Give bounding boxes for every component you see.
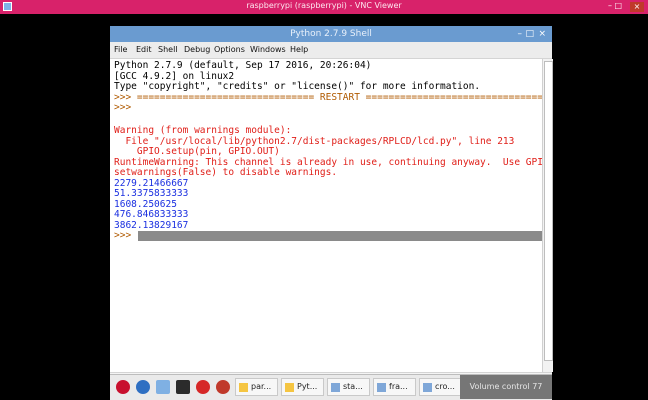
shell-line: Python 2.7.9 (default, Sep 17 2016, 20:2…: [114, 60, 372, 71]
vertical-scrollbar[interactable]: [542, 59, 553, 372]
menu-windows[interactable]: Windows: [250, 45, 286, 54]
vnc-title-bar: raspberrypi (raspberrypi) - VNC Viewer –…: [0, 0, 648, 14]
menu-edit[interactable]: Edit: [136, 45, 152, 54]
shell-prompt: >>>: [114, 102, 132, 113]
task-par[interactable]: par...: [235, 378, 278, 396]
terminal-icon[interactable]: [176, 380, 190, 394]
window-title-bar[interactable]: Python 2.7.9 Shell – □ ×: [110, 26, 552, 42]
volume-control-tooltip: Volume control 77: [460, 375, 552, 399]
warning-line: GPIO.setup(pin, GPIO.OUT): [114, 146, 280, 157]
warning-line: Warning (from warnings module):: [114, 125, 292, 136]
vnc-close-button[interactable]: ×: [630, 2, 644, 12]
python-file-icon: [239, 383, 248, 392]
task-sta[interactable]: sta...: [327, 378, 370, 396]
current-prompt: >>>: [114, 230, 132, 241]
warning-line: setwarnings(False) to disable warnings.: [114, 167, 338, 178]
restart-line: >>> =============================== REST…: [114, 91, 543, 103]
python-shell-icon: [285, 383, 294, 392]
scrollbar-thumb[interactable]: [544, 61, 553, 361]
window-icon: [331, 383, 340, 392]
window-icon: [377, 383, 386, 392]
vnc-minimize-button[interactable]: –: [608, 1, 612, 10]
menu-help[interactable]: Help: [290, 45, 308, 54]
output-value: 476.846833333: [114, 209, 189, 220]
task-cro[interactable]: cro...: [419, 378, 462, 396]
close-button[interactable]: ×: [538, 29, 546, 39]
vnc-title: raspberrypi (raspberrypi) - VNC Viewer: [246, 1, 402, 10]
file-manager-icon[interactable]: [156, 380, 170, 394]
shell-line: Type "copyright", "credits" or "license(…: [114, 81, 481, 92]
output-value: 51.3375833333: [114, 188, 189, 199]
menu-bar: File Edit Shell Debug Options Windows He…: [110, 42, 552, 59]
input-line-highlight[interactable]: [138, 231, 542, 241]
window-title: Python 2.7.9 Shell: [290, 29, 372, 39]
mathematica-icon[interactable]: [196, 380, 210, 394]
web-browser-icon[interactable]: [136, 380, 150, 394]
menu-file[interactable]: File: [114, 45, 127, 54]
window-icon: [423, 383, 432, 392]
raspberry-menu-icon[interactable]: [116, 380, 130, 394]
shell-output-area[interactable]: Python 2.7.9 (default, Sep 17 2016, 20:2…: [110, 59, 554, 371]
wolfram-icon[interactable]: [216, 380, 230, 394]
maximize-button[interactable]: □: [525, 29, 534, 39]
vnc-maximize-button[interactable]: □: [614, 1, 622, 10]
menu-debug[interactable]: Debug: [184, 45, 210, 54]
task-pyt[interactable]: Pyt...: [281, 378, 324, 396]
task-fra[interactable]: fra...: [373, 378, 416, 396]
menu-shell[interactable]: Shell: [158, 45, 178, 54]
minimize-button[interactable]: –: [518, 29, 523, 39]
python-shell-window: Python 2.7.9 Shell – □ × File Edit Shell…: [110, 26, 554, 387]
menu-options[interactable]: Options: [214, 45, 245, 54]
